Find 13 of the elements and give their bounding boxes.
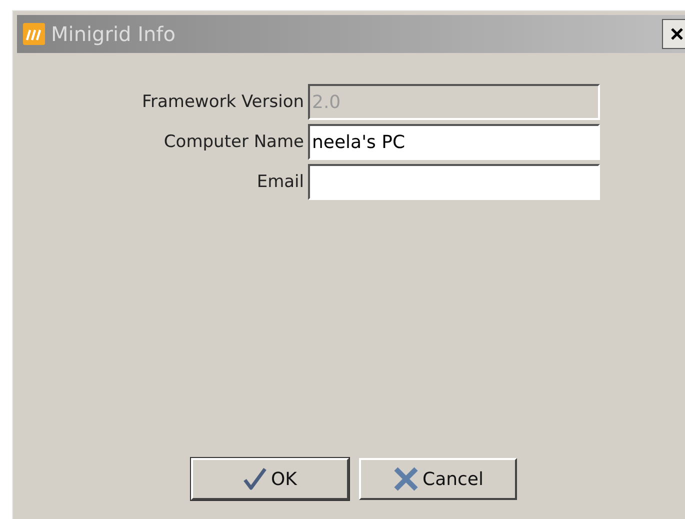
- window-title: Minigrid Info: [51, 22, 176, 46]
- text-field[interactable]: [308, 164, 600, 200]
- close-icon: [669, 26, 685, 42]
- dialog-button[interactable]: OK: [191, 458, 349, 500]
- field-label: Framework Version: [140, 92, 304, 112]
- x-icon: [392, 467, 418, 491]
- checkmark-icon: [243, 468, 267, 490]
- text-field[interactable]: neela's PC: [308, 124, 600, 160]
- field-label: Computer Name: [162, 132, 304, 152]
- close-button[interactable]: [662, 19, 685, 49]
- app-logo-icon: [23, 23, 45, 45]
- dialog-button[interactable]: Cancel: [359, 458, 517, 500]
- field-label: Email: [256, 172, 304, 192]
